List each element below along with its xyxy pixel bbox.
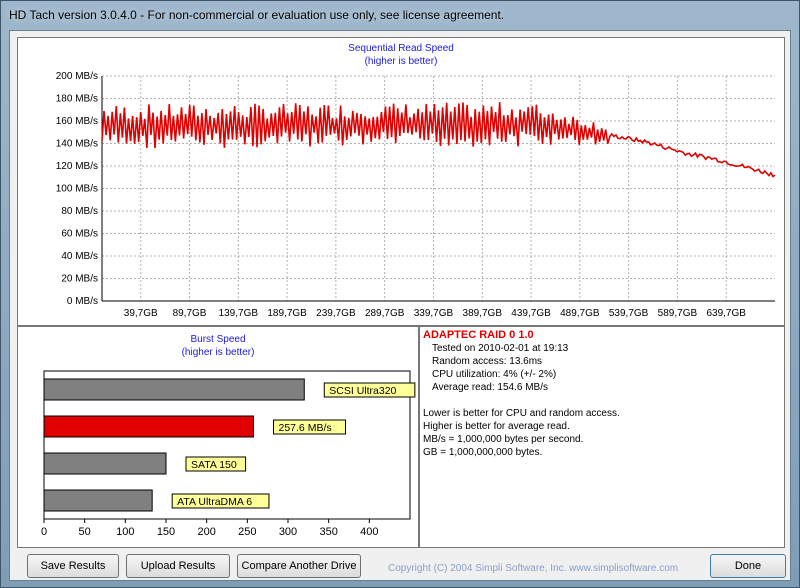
app-window: HD Tach version 3.0.4.0 - For non-commer… [0,0,800,588]
y-tick-label: 140 MB/s [56,139,98,150]
x-tick-label: 189,7GB [267,308,307,319]
note-line: GB = 1,000,000,000 bytes. [423,447,543,458]
x-tick-label: 0 [41,526,47,538]
x-tick-label: 539,7GB [609,308,649,319]
x-tick-label: 589,7GB [658,308,698,319]
x-tick-label: 50 [79,526,91,538]
x-tick-label: 400 [360,526,378,538]
y-tick-label: 0 MB/s [67,296,98,307]
copyright-text: Copyright (C) 2004 Simpli Software, Inc.… [388,563,679,574]
burst-bar [43,489,153,512]
sequential-read-chart: 0 MB/s 20 MB/s 40 MB/s 60 MB/s 80 MB/s 100 MB… [56,71,776,319]
title-bar[interactable]: HD Tach version 3.0.4.0 - For non-commer… [1,1,799,29]
y-tick-label: 60 MB/s [61,229,98,240]
cpu-utilization-text: CPU utilization: 4% (+/- 2%) [432,369,557,380]
y-tick-label: 40 MB/s [61,251,98,262]
x-tick-label: 100 [116,526,134,538]
burst-bar [43,378,305,401]
save-results-button[interactable]: Save Results [27,554,119,578]
compare-another-drive-button[interactable]: Compare Another Drive [237,554,361,578]
y-tick-label: 20 MB/s [61,274,98,285]
x-tick-label: 439,7GB [511,308,551,319]
results-info-panel: ADAPTEC RAID 0 1.0 Tested on 2010-02-01 … [419,326,785,548]
x-tick-label: 39,7GB [124,308,158,319]
bar-label: ATA UltraDMA 6 [177,496,252,508]
burst-bar [43,452,167,475]
y-tick-label: 160 MB/s [56,116,98,127]
window-title: HD Tach version 3.0.4.0 - For non-commer… [9,8,505,22]
x-tick-label: 239,7GB [316,308,356,319]
burst-speed-chart: 0 50 100 150 200 250 300 350 400 SCSI Ultra320 257… [41,370,416,538]
sequential-read-panel: Sequential Read Speed (higher is better)… [17,37,785,326]
x-tick-label: 250 [238,526,256,538]
y-tick-label: 200 MB/s [56,71,98,82]
average-read-text: Average read: 154.6 MB/s [432,382,548,393]
drive-name: ADAPTEC RAID 0 1.0 [423,329,534,341]
tested-on-text: Tested on 2010-02-01 at 19:13 [432,343,569,354]
x-tick-label: 300 [279,526,297,538]
x-tick-label: 339,7GB [414,308,454,319]
note-line: Lower is better for CPU and random acces… [423,408,620,419]
upload-results-button[interactable]: Upload Results [126,554,230,578]
y-tick-label: 100 MB/s [56,184,98,195]
x-tick-label: 489,7GB [560,308,600,319]
x-tick-label: 639,7GB [706,308,746,319]
client-area: Sequential Read Speed (higher is better)… [9,30,791,581]
x-tick-label: 389,7GB [463,308,503,319]
note-line: Higher is better for average read. [423,421,570,432]
x-tick-label: 289,7GB [365,308,405,319]
read-speed-series [101,102,776,178]
x-tick-label: 200 [197,526,215,538]
done-button[interactable]: Done [710,554,786,578]
burst-speed-panel: Burst Speed (higher is better) 0 50 100 150… [17,326,419,548]
y-tick-label: 80 MB/s [61,206,98,217]
y-tick-label: 120 MB/s [56,161,98,172]
note-line: MB/s = 1,000,000 bytes per second. [423,434,584,445]
bar-label: SCSI Ultra320 [329,385,396,397]
x-tick-label: 150 [157,526,175,538]
random-access-text: Random access: 13.6ms [432,356,543,367]
bar-label: SATA 150 [191,459,237,471]
x-tick-label: 89,7GB [173,308,207,319]
x-tick-label: 350 [319,526,337,538]
burst-bar [43,415,255,438]
y-tick-label: 180 MB/s [56,94,98,105]
bar-label: 257.6 MB/s [279,422,332,434]
x-tick-label: 139,7GB [219,308,259,319]
